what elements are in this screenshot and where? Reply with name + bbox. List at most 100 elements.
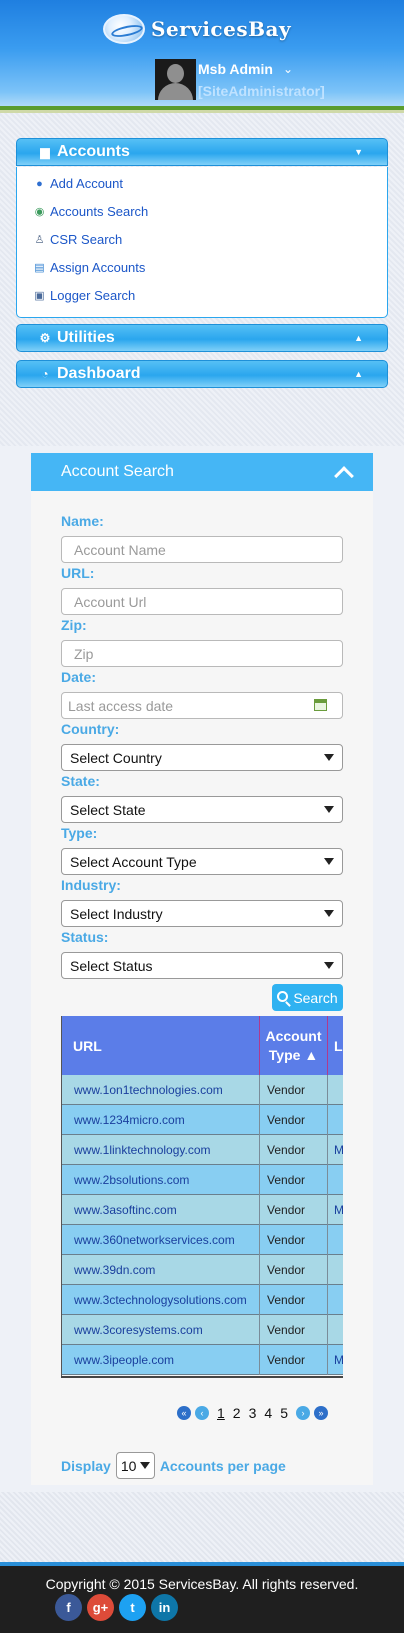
page-size-value: 10: [120, 1457, 137, 1474]
cell-url[interactable]: www.360networkservices.com: [62, 1225, 260, 1255]
linkedin-icon[interactable]: in: [151, 1594, 178, 1621]
table-row[interactable]: www.1on1technologies.com Vendor: [62, 1075, 343, 1105]
table-row[interactable]: www.3ctechnologysolutions.com Vendor: [62, 1285, 343, 1315]
facebook-icon[interactable]: f: [55, 1594, 82, 1621]
column-header-url[interactable]: URL: [62, 1016, 260, 1075]
table-row[interactable]: www.360networkservices.com Vendor: [62, 1225, 343, 1255]
cell-url[interactable]: www.3asoftinc.com: [62, 1195, 260, 1225]
country-select[interactable]: Select Country: [61, 744, 343, 771]
account-name-input[interactable]: [61, 536, 343, 563]
chart-icon: ▤: [34, 262, 45, 274]
utilities-panel-header[interactable]: ⚙ Utilities ▲: [16, 324, 388, 352]
menu-item-accounts-search[interactable]: ◉ Accounts Search: [32, 204, 149, 219]
globe-search-icon: ◉: [34, 206, 45, 218]
cell-url[interactable]: www.39dn.com: [62, 1255, 260, 1285]
caret-down-icon: [324, 858, 334, 865]
chevron-up-icon[interactable]: [334, 465, 354, 486]
user-name[interactable]: Msb Admin: [198, 61, 273, 77]
last-page-icon[interactable]: »: [313, 1406, 328, 1420]
menu-item-add-account[interactable]: ● Add Account: [32, 176, 123, 191]
results-table: URL Account Type ▲ L www.1on1technologie…: [61, 1016, 343, 1377]
page-link-5[interactable]: 5: [280, 1405, 288, 1421]
date-label: Date:: [61, 669, 97, 685]
cell-url[interactable]: www.3ctechnologysolutions.com: [62, 1285, 260, 1315]
user-role: [SiteAdministrator]: [198, 83, 325, 99]
google-plus-icon[interactable]: g+: [87, 1594, 114, 1621]
prev-page-icon[interactable]: ‹: [195, 1406, 209, 1420]
first-page-icon[interactable]: «: [177, 1406, 191, 1420]
page-link-1[interactable]: 1: [217, 1405, 225, 1421]
cell-url[interactable]: www.3ipeople.com: [62, 1345, 260, 1375]
state-select[interactable]: Select State: [61, 796, 343, 823]
page-link-3[interactable]: 3: [249, 1405, 257, 1421]
dashboard-panel-header[interactable]: ◔ Dashboard ▲: [16, 360, 388, 388]
table-row[interactable]: www.39dn.com Vendor: [62, 1255, 343, 1285]
page-size-select[interactable]: 10: [115, 1452, 155, 1479]
social-links: f g+ t in: [55, 1594, 183, 1621]
menu-item-label: Assign Accounts: [50, 260, 146, 275]
cell-url[interactable]: www.1234micro.com: [62, 1105, 260, 1135]
account-type-select[interactable]: Select Account Type: [61, 848, 343, 875]
table-row[interactable]: www.3ipeople.com Vendor M: [62, 1345, 343, 1375]
accounts-panel-header[interactable]: ▆ Accounts ▼: [16, 138, 388, 166]
country-label: Country:: [61, 721, 120, 737]
name-label: Name:: [61, 513, 104, 529]
table-row[interactable]: www.2bsolutions.com Vendor: [62, 1165, 343, 1195]
search-button[interactable]: Search: [272, 984, 343, 1011]
menu-item-logger-search[interactable]: ▣ Logger Search: [32, 288, 135, 303]
column-header-third-label: L: [334, 1037, 343, 1054]
table-row[interactable]: www.1234micro.com Vendor: [62, 1105, 343, 1135]
cell-type: Vendor: [260, 1225, 328, 1255]
display-label: Display: [61, 1457, 111, 1474]
account-type-select-value: Select Account Type: [70, 853, 197, 870]
cell-extra: [328, 1285, 343, 1315]
menu-item-label: Add Account: [50, 176, 123, 191]
zip-input[interactable]: [61, 640, 343, 667]
cell-url[interactable]: www.3coresystems.com: [62, 1315, 260, 1345]
table-row[interactable]: www.3coresystems.com Vendor: [62, 1315, 343, 1345]
account-search-title: Account Search: [61, 463, 174, 480]
status-label: Status:: [61, 929, 109, 945]
chevron-down-icon[interactable]: ⌄: [283, 62, 293, 76]
person-icon: ♙: [34, 234, 45, 246]
status-select[interactable]: Select Status: [61, 952, 343, 979]
last-access-date-input[interactable]: [61, 692, 343, 719]
calendar-icon[interactable]: [314, 699, 327, 711]
next-page-icon[interactable]: ›: [295, 1406, 310, 1420]
document-search-icon: ▣: [34, 290, 45, 302]
cell-type: Vendor: [260, 1195, 328, 1225]
caret-down-icon: [324, 910, 334, 917]
cell-url[interactable]: www.2bsolutions.com: [62, 1165, 260, 1195]
column-header-type-line2: Type ▲: [268, 1047, 319, 1063]
column-header-account-type[interactable]: Account Type ▲: [260, 1016, 328, 1075]
column-header-third[interactable]: L: [328, 1016, 343, 1075]
account-url-input[interactable]: [61, 588, 343, 615]
page-link-4[interactable]: 4: [264, 1405, 272, 1421]
caret-down-icon: [324, 962, 334, 969]
logo[interactable]: ServicesBay: [103, 11, 303, 47]
menu-item-assign-accounts[interactable]: ▤ Assign Accounts: [32, 260, 145, 275]
avatar-head-shape: [167, 64, 184, 83]
menu-item-csr-search[interactable]: ♙ CSR Search: [32, 232, 123, 247]
page-link-2[interactable]: 2: [233, 1405, 241, 1421]
industry-select-value: Select Industry: [70, 905, 163, 922]
industry-label: Industry:: [61, 877, 121, 893]
caret-down-icon: [324, 754, 334, 761]
search-icon: [277, 991, 289, 1002]
table-row[interactable]: www.1linktechnology.com Vendor M: [62, 1135, 343, 1165]
accounts-per-page-label: Accounts per page: [159, 1457, 286, 1474]
account-search-header[interactable]: Account Search: [31, 453, 373, 491]
cell-url[interactable]: www.1linktechnology.com: [62, 1135, 260, 1165]
cell-url[interactable]: www.1on1technologies.com: [62, 1075, 260, 1105]
caret-up-icon: ▲: [354, 369, 363, 379]
cell-type: Vendor: [260, 1255, 328, 1285]
cell-extra: M: [334, 1203, 343, 1217]
copyright-text: Copyright © 2015 ServicesBay. All rights…: [45, 1576, 359, 1592]
avatar[interactable]: [155, 59, 196, 100]
cell-extra: [328, 1105, 343, 1135]
cell-type: Vendor: [260, 1315, 328, 1345]
industry-select[interactable]: Select Industry: [61, 900, 343, 927]
twitter-icon[interactable]: t: [119, 1594, 146, 1621]
accounts-panel-title: Accounts: [57, 143, 130, 160]
table-row[interactable]: www.3asoftinc.com Vendor M: [62, 1195, 343, 1225]
